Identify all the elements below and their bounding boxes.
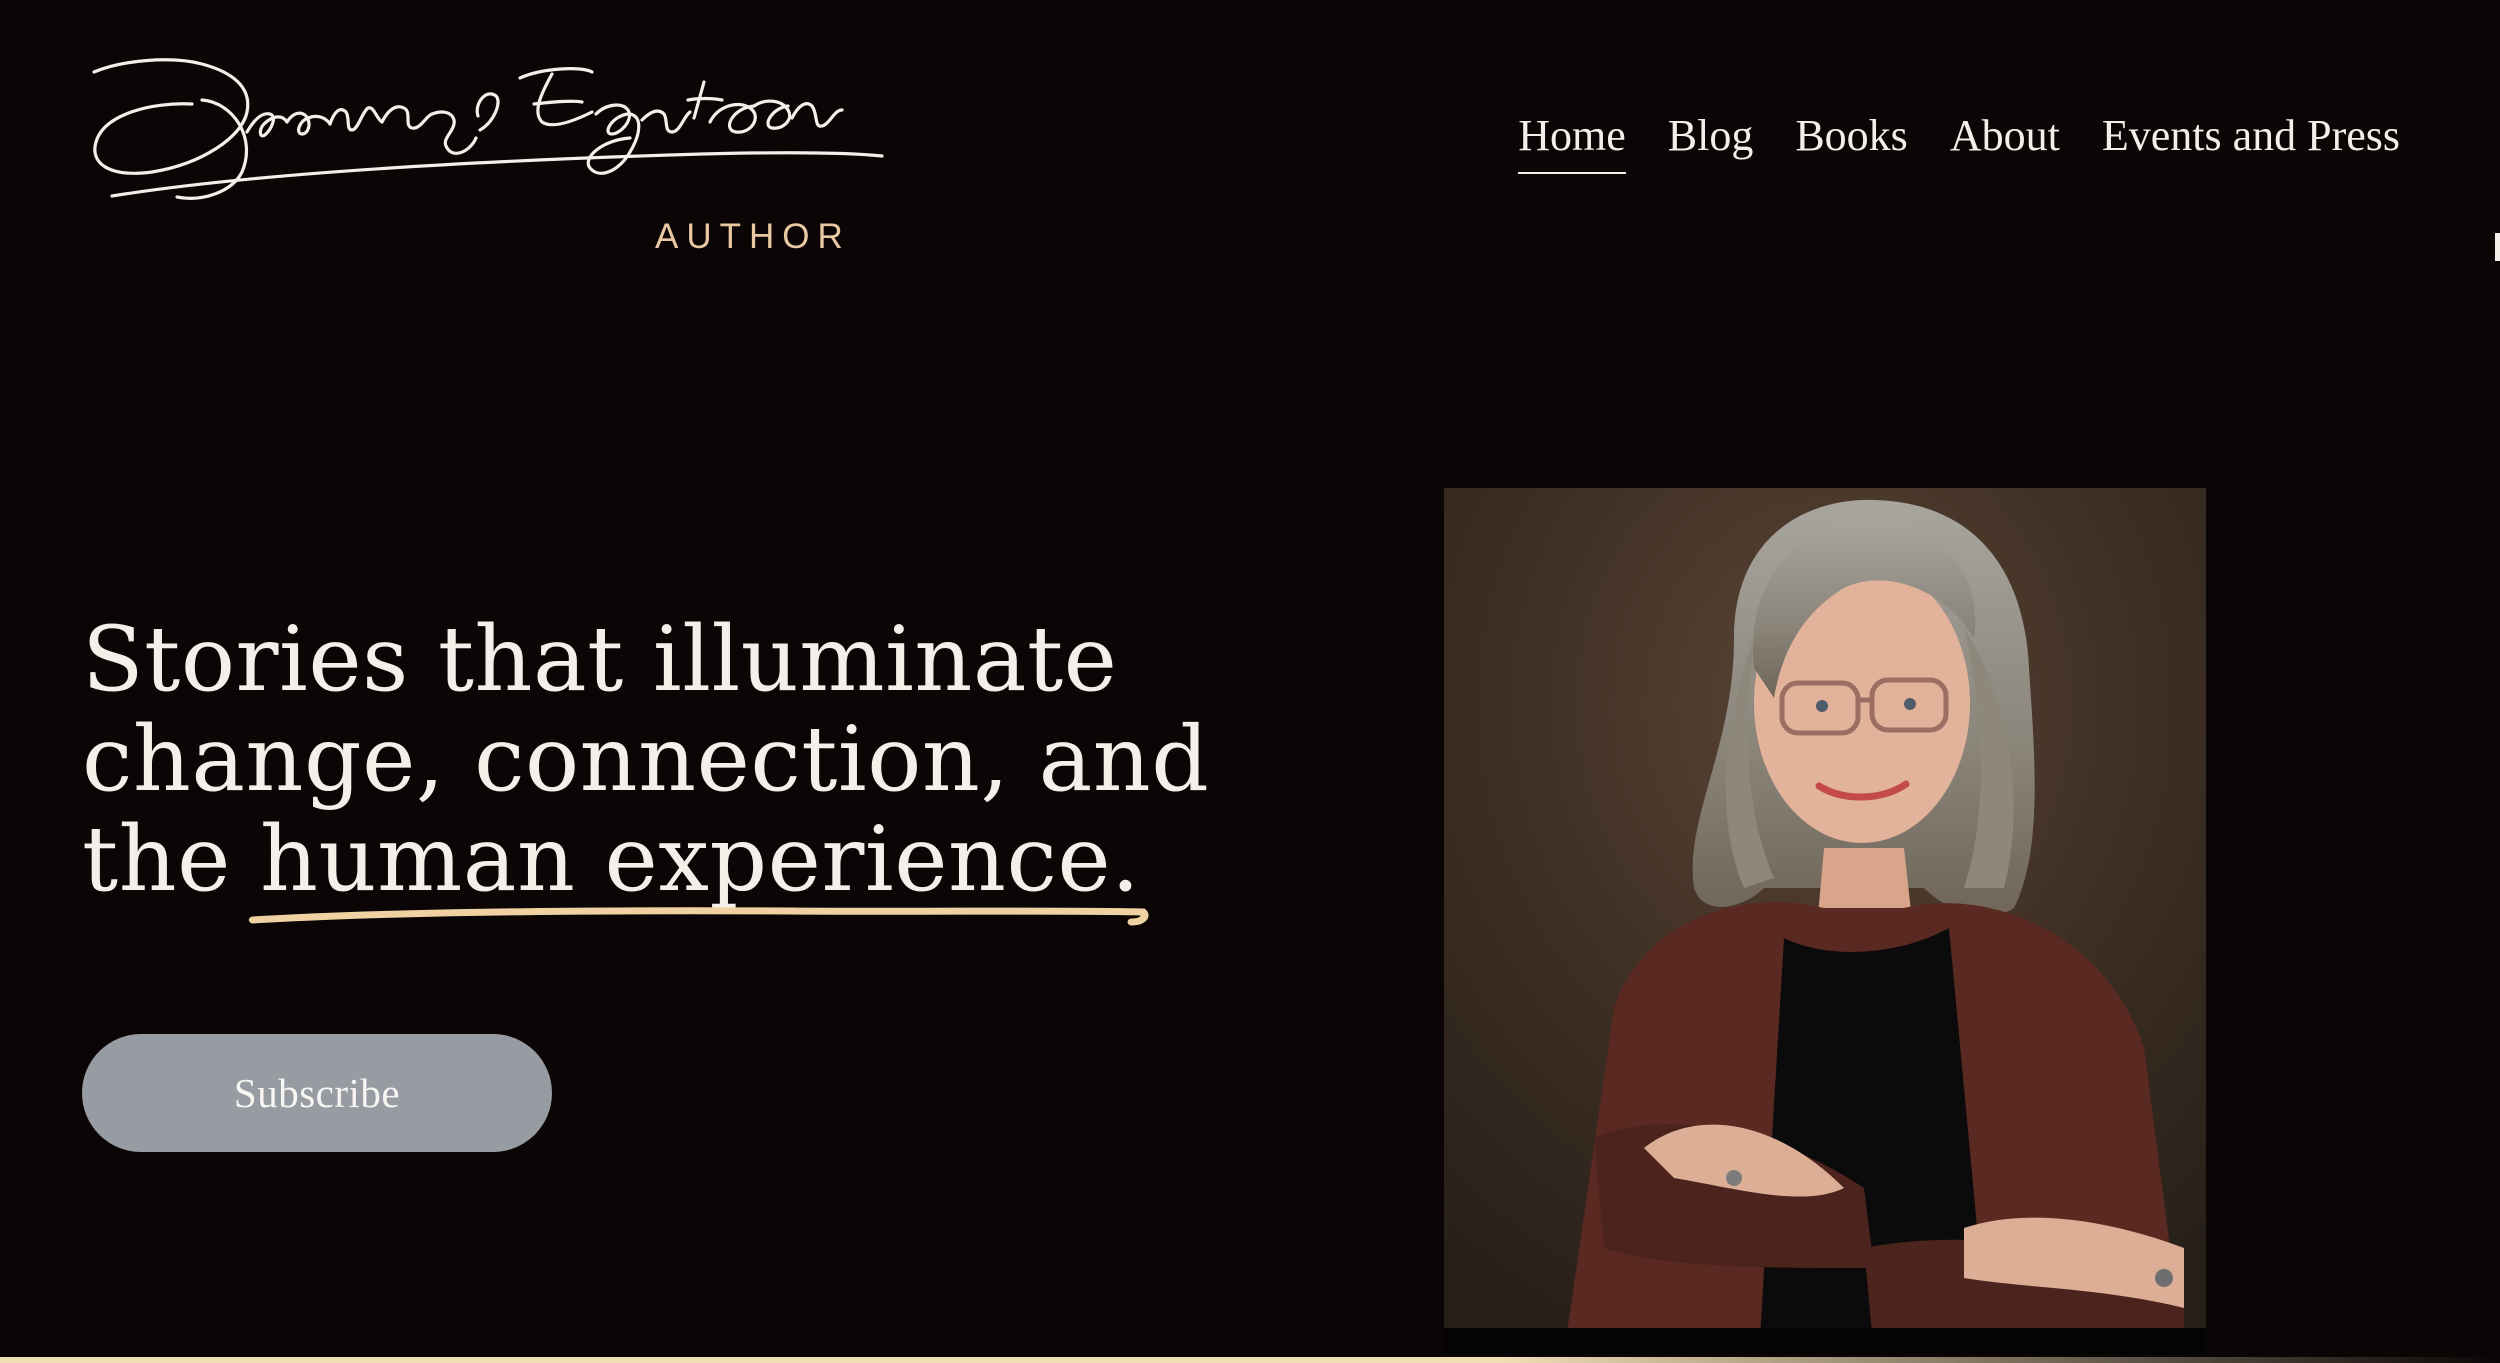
nav-item-about[interactable]: About xyxy=(1950,108,2060,164)
nav-item-blog[interactable]: Blog xyxy=(1668,108,1754,164)
hero-highlight: human experience. xyxy=(248,807,1149,926)
hand-drawn-underline-icon xyxy=(248,907,1149,926)
main-navigation: Home Blog Books About Events and Press xyxy=(1518,108,2400,174)
author-portrait-icon xyxy=(1444,488,2206,1354)
hero-highlight-text: human experience. xyxy=(260,807,1141,913)
hero-line-1: Stories that illuminate xyxy=(82,607,1118,713)
scroll-edge-marker xyxy=(2495,233,2500,261)
hero-line-3: the human experience. xyxy=(82,807,1202,926)
author-subtitle: AUTHOR xyxy=(655,217,851,256)
site-header: AUTHOR Home Blog Books About Events and … xyxy=(0,0,2500,261)
hero-line-2: change, connection, and xyxy=(82,707,1210,813)
bottom-accent-strip xyxy=(0,1357,2500,1363)
page: AUTHOR Home Blog Books About Events and … xyxy=(0,0,2500,1363)
nav-item-books[interactable]: Books xyxy=(1795,108,1907,164)
subscribe-button[interactable]: Subscribe xyxy=(82,1034,552,1152)
author-signature-logo[interactable]: AUTHOR xyxy=(82,42,912,256)
hero-heading: Stories that illuminate change, connecti… xyxy=(82,607,1210,926)
signature-icon xyxy=(92,58,884,200)
nav-item-home[interactable]: Home xyxy=(1518,108,1626,174)
nav-item-events-and-press[interactable]: Events and Press xyxy=(2102,108,2400,164)
author-portrait xyxy=(1444,488,2206,1354)
hero-line-3-prefix: the xyxy=(82,807,261,913)
